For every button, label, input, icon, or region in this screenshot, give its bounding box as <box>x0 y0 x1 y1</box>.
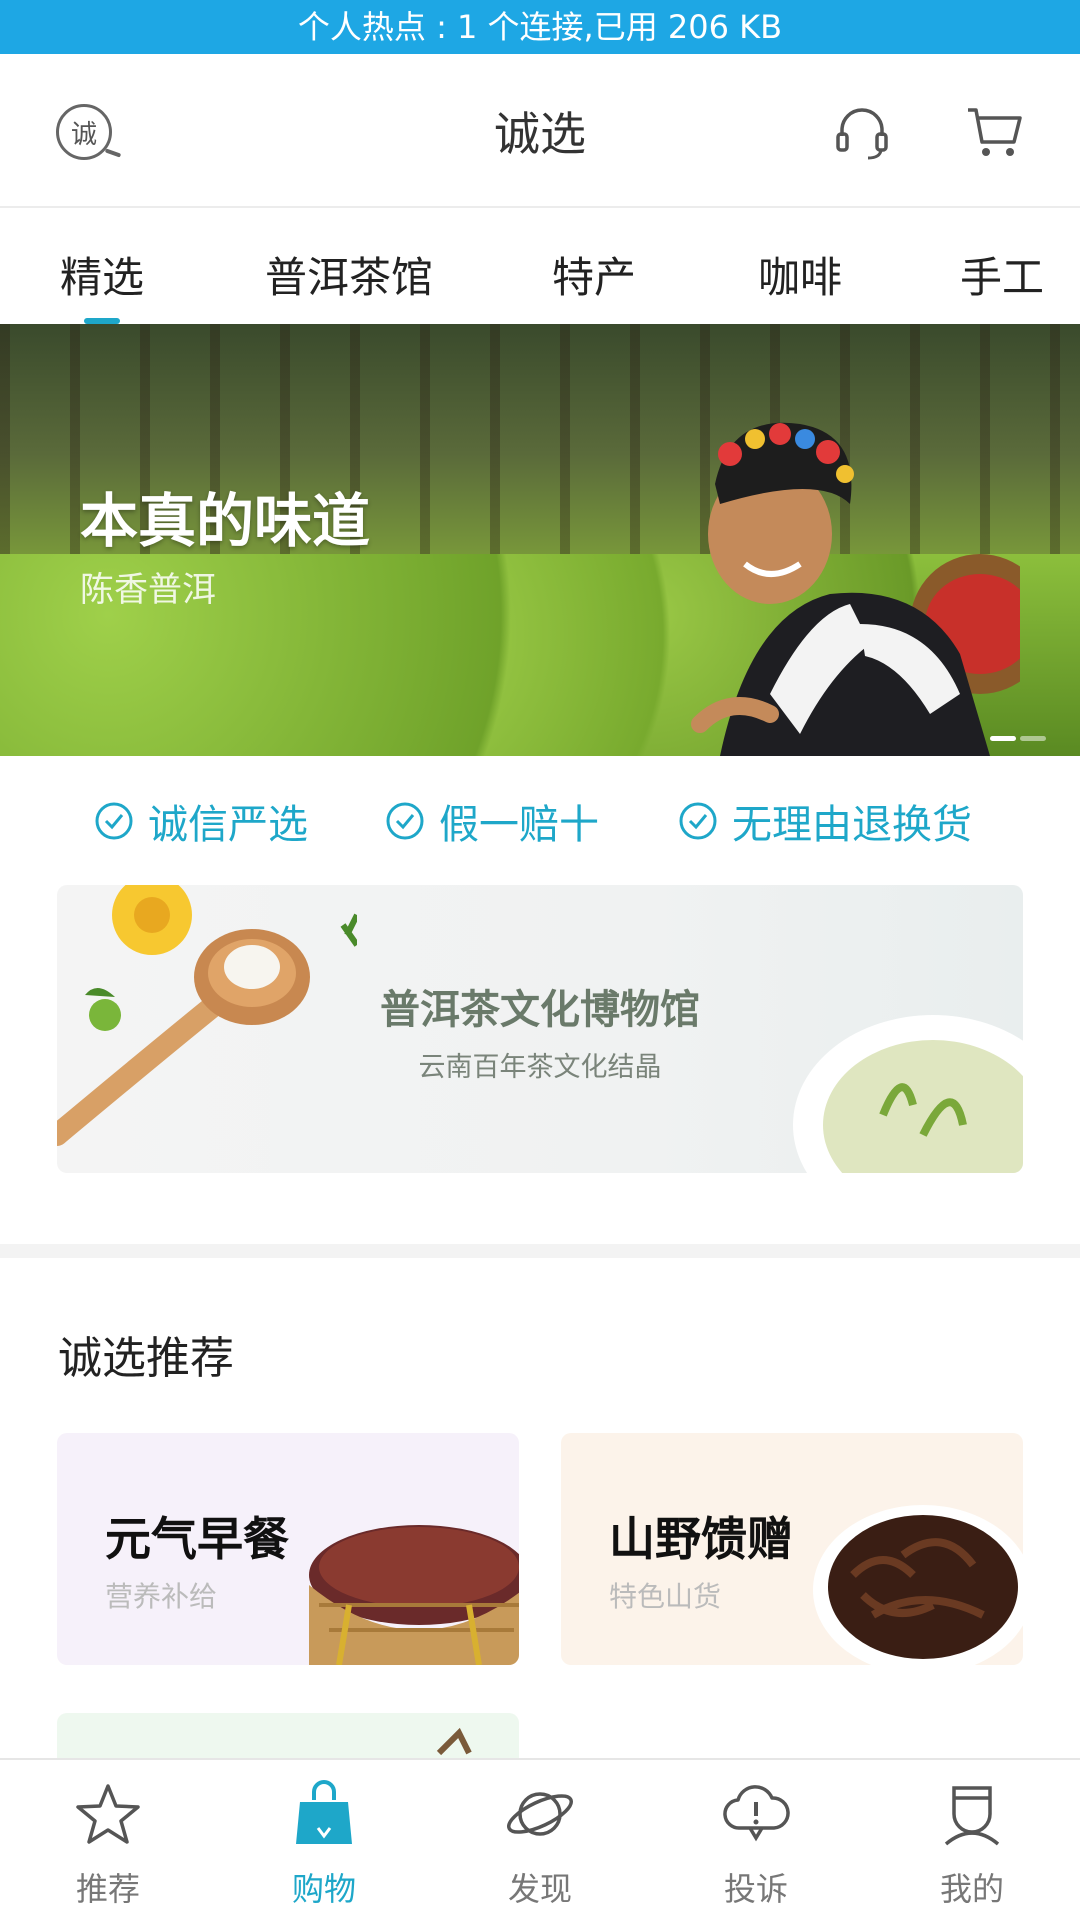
card-title: 山野馈赠 <box>609 1512 793 1566</box>
nav-discover[interactable]: 发现 <box>470 1778 610 1910</box>
nav-recommend[interactable]: 推荐 <box>38 1778 178 1910</box>
tab-puer-teahouse[interactable]: 普洱茶馆 <box>265 244 433 305</box>
guarantee-free-returns: 无理由退换货 <box>678 794 972 848</box>
check-circle-icon <box>679 802 717 840</box>
shopping-cart-icon[interactable] <box>962 100 1026 164</box>
card-title: 元气早餐 <box>105 1512 289 1566</box>
guarantee-label: 无理由退换货 <box>732 802 972 848</box>
nav-label: 购物 <box>291 1870 356 1908</box>
status-bar: 个人热点 : 1 个连接,已用 206 KB <box>0 0 1080 54</box>
banner-page-indicator <box>986 726 1046 745</box>
grain-basket-image <box>309 1525 519 1665</box>
check-circle-icon <box>386 802 424 840</box>
hero-banner[interactable]: 本真的味道 陈香普洱 <box>0 324 1080 756</box>
nav-shopping[interactable]: 购物 <box>254 1778 394 1910</box>
banner-headline: 本真的味道 <box>80 487 371 555</box>
tab-coffee[interactable]: 咖啡 <box>758 244 842 305</box>
banner-dot <box>1020 736 1046 741</box>
guarantee-label: 假一赔十 <box>439 802 599 848</box>
card-subtitle: 营养补给 <box>105 1580 218 1613</box>
app-header: 诚 诚选 <box>0 54 1080 208</box>
page-title: 诚选 <box>494 107 586 161</box>
card-subtitle: 特色山货 <box>609 1580 722 1613</box>
service-guarantees: 诚信严选 假一赔十 无理由退换货 <box>0 756 1080 886</box>
recommend-card-breakfast[interactable]: 元气早餐 营养补给 <box>57 1433 519 1665</box>
profile-icon <box>944 1786 1000 1846</box>
complaint-cloud-icon <box>723 1785 790 1842</box>
tea-museum-card[interactable]: 普洱茶文化博物馆 云南百年茶文化结晶 <box>57 885 1023 1173</box>
tab-handmade[interactable]: 手工 <box>960 244 1044 305</box>
nav-label: 投诉 <box>723 1870 788 1908</box>
section-divider <box>0 1244 1080 1258</box>
mushroom-bowl-image <box>813 1505 1023 1665</box>
guarantee-label: 诚信严选 <box>148 802 308 848</box>
nav-label: 我的 <box>939 1870 1004 1908</box>
nav-label: 推荐 <box>75 1870 140 1908</box>
guarantee-strict-selection: 诚信严选 <box>94 794 308 848</box>
banner-tea-picker-image <box>691 422 1020 756</box>
museum-title: 普洱茶文化博物馆 <box>380 987 700 1033</box>
star-icon <box>76 1784 140 1844</box>
nav-profile[interactable]: 我的 <box>902 1778 1042 1910</box>
banner-subline: 陈香普洱 <box>80 570 216 610</box>
shopping-bag-icon <box>296 1780 352 1844</box>
customer-service-headset-icon[interactable] <box>830 100 894 164</box>
recommend-section-title: 诚选推荐 <box>58 1333 234 1384</box>
planet-icon <box>507 1792 573 1836</box>
nav-label: 发现 <box>507 1870 572 1908</box>
tab-featured[interactable]: 精选 <box>60 244 144 305</box>
check-circle-icon <box>95 802 133 840</box>
category-tabs: 精选 普洱茶馆 特产 咖啡 手工 <box>0 208 1080 324</box>
nav-complaint[interactable]: 投诉 <box>686 1778 826 1910</box>
status-bar-text: 个人热点 : 1 个连接,已用 206 KB <box>297 8 783 46</box>
bottom-navigation: 推荐 购物 发现 投诉 我的 <box>0 1758 1080 1922</box>
banner-dot-active <box>990 736 1016 741</box>
recommend-card-mountain-gift[interactable]: 山野馈赠 特色山货 <box>561 1433 1023 1665</box>
tab-specialty[interactable]: 特产 <box>552 244 636 305</box>
museum-subtitle: 云南百年茶文化结晶 <box>418 1052 662 1083</box>
guarantee-fake-pay-ten: 假一赔十 <box>385 794 599 848</box>
